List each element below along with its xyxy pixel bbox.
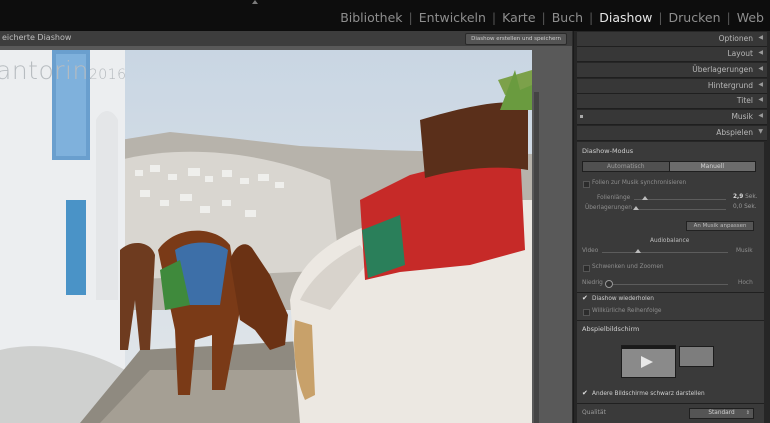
panel-header-label: Hintergrund	[707, 81, 753, 90]
slide-shadow	[534, 92, 539, 423]
pan-zoom-label: Schwenken und Zoomen	[592, 264, 664, 270]
audio-balance-thumb[interactable]	[635, 249, 641, 253]
blackout-checkmark-icon[interactable]: ✔	[582, 389, 588, 397]
sync-music-checkbox[interactable]	[583, 181, 590, 188]
panel-header-abspielen[interactable]: Abspielen ▼	[577, 126, 767, 141]
panel-enable-toggle[interactable]	[580, 115, 583, 118]
pan-zoom-knob[interactable]	[605, 280, 613, 288]
blackout-screens-label: Andere Bildschirme schwarz darstellen	[592, 391, 705, 397]
panel-header-label: Layout	[727, 49, 754, 58]
mode-manual-button[interactable]: Manuell	[669, 162, 755, 171]
repeat-checkmark-icon[interactable]: ✔	[582, 294, 588, 302]
random-order-checkbox[interactable]	[583, 309, 590, 316]
panel-header-label: Titel	[736, 96, 753, 105]
create-saved-slideshow-button[interactable]: Diashow erstellen und speichern	[465, 33, 567, 45]
slide-length-value-box[interactable]: 2,9 Sek.	[733, 194, 758, 200]
play-icon	[641, 356, 653, 368]
playback-screen-title: Abspielbildschirm	[582, 325, 640, 333]
module-picker: Bibliothek | Entwickeln | Karte | Buch | Dia…	[334, 10, 770, 25]
panel-header-label: Optionen	[718, 34, 753, 43]
slideshow-mode-title: Diashow-Modus	[582, 147, 634, 155]
slide-photo	[0, 50, 532, 423]
quality-label: Qualität	[582, 409, 606, 416]
slide-preview[interactable]: antorin2016	[0, 50, 532, 423]
slideshow-mode-switch: Automatisch Manuell	[582, 161, 756, 172]
audio-balance-right-label: Musik	[736, 248, 753, 254]
section-divider	[577, 403, 764, 404]
panel-header-musik[interactable]: Musik ◀	[577, 110, 767, 125]
module-drucken[interactable]: Drucken	[663, 10, 727, 25]
audio-balance-title: Audiobalance	[650, 238, 690, 244]
panel-toggle-icon[interactable]	[252, 0, 258, 4]
module-diashow[interactable]: Diashow	[593, 10, 658, 25]
expand-arrow-icon: ▼	[758, 128, 763, 135]
overlap-value: 0,0	[733, 204, 743, 210]
slide-title-year: 2016	[88, 67, 127, 83]
panel-header-label: Musik	[731, 112, 753, 121]
panel-header-titel[interactable]: Titel ◀	[577, 94, 767, 109]
panel-header-hintergrund[interactable]: Hintergrund ◀	[577, 79, 767, 94]
module-entwickeln[interactable]: Entwickeln	[413, 10, 492, 25]
section-divider	[577, 320, 764, 321]
panel-header-ueberlagerungen[interactable]: Überlagerungen ◀	[577, 63, 767, 78]
pan-zoom-low-label: Niedrig	[582, 280, 603, 286]
mode-automatic-button[interactable]: Automatisch	[583, 162, 670, 171]
slide-length-thumb[interactable]	[642, 196, 648, 200]
random-order-label: Willkürliche Reihenfolge	[592, 308, 662, 314]
overlap-value-box[interactable]: 0,0 Sek.	[733, 204, 757, 210]
sync-music-label: Folien zur Musik synchronisieren	[592, 180, 687, 186]
overlap-thumb[interactable]	[633, 206, 639, 210]
collection-bar: eicherte Diashow Diashow erstellen und s…	[0, 31, 572, 47]
panel-header-label: Überlagerungen	[692, 65, 753, 74]
panel-header-optionen[interactable]: Optionen ◀	[577, 32, 767, 47]
slide-title-overlay: antorin2016	[0, 56, 126, 85]
repeat-slideshow-label: Diashow wiederholen	[592, 296, 654, 302]
primary-screen-selector[interactable]	[621, 345, 676, 378]
overlap-track[interactable]	[634, 209, 726, 210]
section-divider	[577, 292, 764, 293]
collection-title: eicherte Diashow	[2, 33, 72, 42]
module-bar: Bibliothek | Entwickeln | Karte | Buch | Dia…	[0, 0, 770, 31]
overlap-unit: Sek.	[744, 204, 757, 210]
slide-length-label: Folienlänge	[597, 195, 631, 201]
fit-to-music-button[interactable]: An Musik anpassen	[686, 221, 754, 231]
select-arrows-icon: ⇕	[745, 410, 750, 416]
quality-value: Standard	[708, 410, 735, 416]
screen-menubar	[622, 346, 675, 349]
secondary-screen-selector[interactable]	[679, 346, 714, 367]
panel-header-label: Abspielen	[716, 128, 753, 137]
pan-zoom-high-label: Hoch	[738, 280, 753, 286]
collapse-arrow-icon: ◀	[758, 49, 763, 56]
quality-select[interactable]: Standard ⇕	[689, 408, 754, 419]
audio-balance-left-label: Video	[582, 248, 599, 254]
collapse-arrow-icon: ◀	[758, 112, 763, 119]
slide-length-value: 2,9	[733, 194, 744, 200]
pan-zoom-track[interactable]	[606, 284, 728, 285]
collapse-arrow-icon: ◀	[758, 34, 763, 41]
slide-title-text: antorin	[0, 56, 89, 85]
module-karte[interactable]: Karte	[496, 10, 541, 25]
overlap-label: Überlagerungen	[585, 205, 632, 211]
collapse-arrow-icon: ◀	[758, 96, 763, 103]
audio-balance-track[interactable]	[602, 252, 728, 253]
pan-zoom-checkbox[interactable]	[583, 265, 590, 272]
module-bibliothek[interactable]: Bibliothek	[334, 10, 408, 25]
collapse-arrow-icon: ◀	[758, 65, 763, 72]
module-web[interactable]: Web	[731, 10, 770, 25]
module-buch[interactable]: Buch	[546, 10, 589, 25]
slide-length-unit: Sek.	[745, 194, 758, 200]
collapse-arrow-icon: ◀	[758, 81, 763, 88]
panel-header-layout[interactable]: Layout ◀	[577, 47, 767, 62]
